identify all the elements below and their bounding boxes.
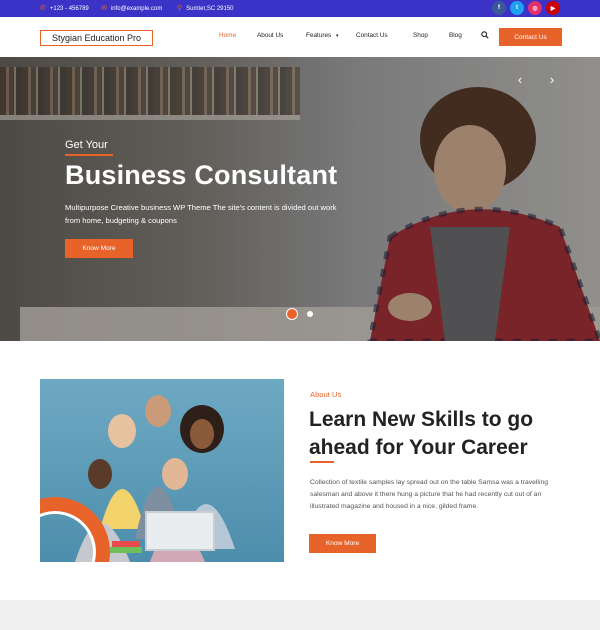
top-bar: ✆ +123 - 456789 ✉ info@example.com ⚲ Sum… <box>0 0 600 17</box>
hero-description: Multipurpose Creative business WP Theme … <box>65 203 337 225</box>
about-title: Learn New Skills to go ahead for Your Ca… <box>309 408 534 459</box>
email-text: info@example.com <box>110 5 163 12</box>
phone-icon: ✆ <box>40 5 46 12</box>
address-contact: ⚲ Sumter,SC 29150 <box>177 0 234 17</box>
hero-subtitle: Get Your <box>65 139 108 151</box>
nav-shop[interactable]: Shop <box>413 32 428 39</box>
site-logo[interactable]: Stygian Education Pro <box>40 30 153 46</box>
nav-features[interactable]: Features ▾ <box>306 32 339 39</box>
youtube-icon[interactable]: ▶ <box>546 1 560 15</box>
location-pin-icon: ⚲ <box>177 5 183 12</box>
site-header: Stygian Education Pro Home About Us Feat… <box>0 17 600 57</box>
facebook-icon[interactable]: f <box>492 1 506 15</box>
about-know-more-button[interactable]: Know More <box>309 534 376 553</box>
phone-contact[interactable]: ✆ +123 - 456789 <box>40 0 89 17</box>
hero-title: Business Consultant <box>65 160 338 190</box>
slider-dot[interactable] <box>307 311 313 317</box>
twitter-icon[interactable]: t <box>510 1 524 15</box>
nav-contact-us[interactable]: Contact Us <box>356 32 388 39</box>
next-section-band <box>0 600 600 630</box>
email-icon: ✉ <box>101 5 107 12</box>
nav-about-us[interactable]: About Us <box>257 32 283 39</box>
about-description: Collection of textile samples lay spread… <box>310 479 549 510</box>
contact-us-button[interactable]: Contact Us <box>499 28 562 46</box>
nav-blog[interactable]: Blog <box>449 32 462 39</box>
hero-overlay <box>0 57 600 341</box>
slider-prev-arrow-icon[interactable]: ‹ <box>515 72 525 87</box>
chevron-down-icon: ▾ <box>336 33 339 39</box>
laptop-decor <box>145 511 215 551</box>
slider-next-arrow-icon[interactable]: › <box>547 72 557 87</box>
phone-text: +123 - 456789 <box>49 5 89 12</box>
slider-dot-active[interactable] <box>286 308 298 320</box>
instagram-icon[interactable]: ◎ <box>528 1 542 15</box>
hero-slider: Get Your Business Consultant Multipurpos… <box>0 57 600 341</box>
nav-home[interactable]: Home <box>219 32 236 39</box>
students-group-photo <box>40 379 284 562</box>
search-icon[interactable] <box>481 31 489 39</box>
social-links: f t ◎ ▶ <box>492 1 560 15</box>
address-text: Sumter,SC 29150 <box>186 5 234 12</box>
about-title-underline <box>310 461 334 463</box>
nav-features-label: Features <box>306 32 332 39</box>
email-contact[interactable]: ✉ info@example.com <box>101 0 162 17</box>
about-label: About Us <box>310 390 342 399</box>
hero-know-more-button[interactable]: Know More <box>65 239 133 258</box>
hero-subtitle-underline <box>65 154 113 156</box>
